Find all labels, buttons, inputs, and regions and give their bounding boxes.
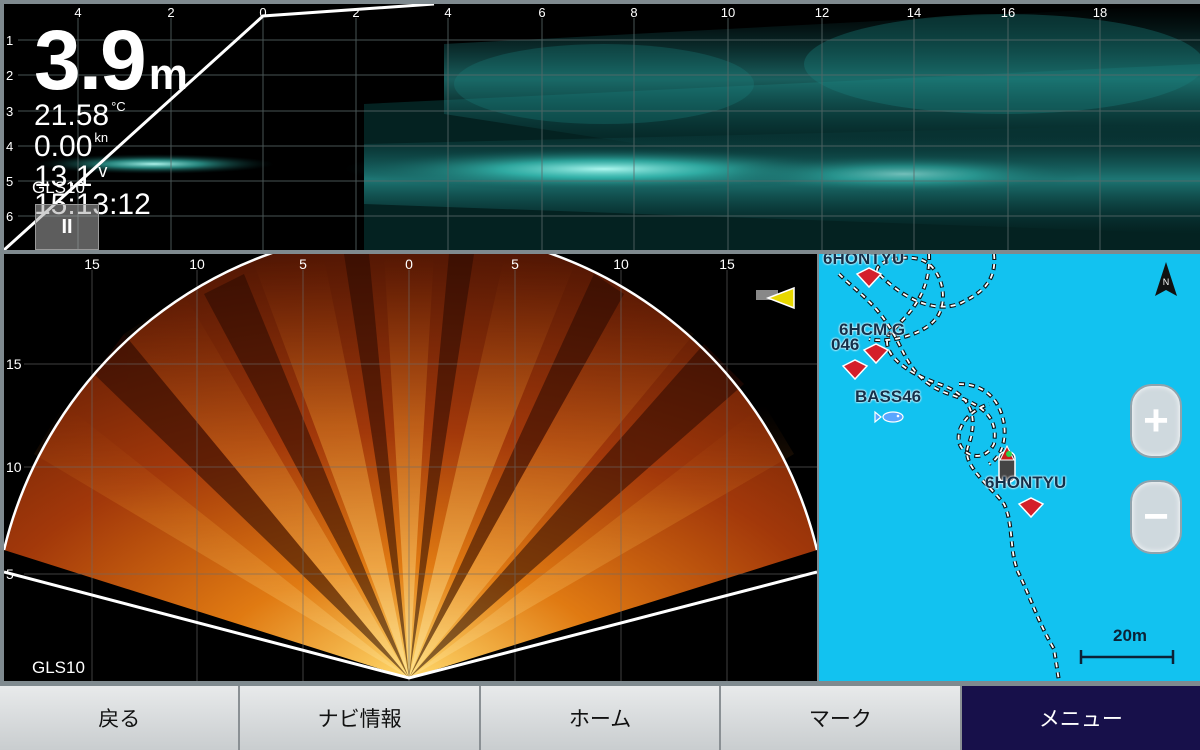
map-tracks: N [837,254,1177,681]
fish-icon [874,410,904,424]
livescope-x-tick: 15 [719,256,735,272]
zoom-out-button[interactable]: − [1130,480,1182,554]
livescope-y-tick: 15 [6,356,22,372]
water-temp-value: 21.58 [34,99,110,132]
chart-map-panel[interactable]: N 6HONTYU 6HCM.G 046 BASS46 6HONTYU + − … [819,254,1200,681]
downscan-y-tick: 6 [6,209,13,224]
depth-readout: 3.9m [34,18,188,102]
scale-label: 20m [1113,626,1148,645]
speed-readout: 0.00 kn [34,130,109,163]
zoom-in-button[interactable]: + [1130,384,1182,458]
nav-info-button[interactable]: ナビ情報 [240,686,481,750]
scale-bar [1079,650,1175,664]
downscan-source-label: GLS10 [32,178,85,197]
svg-text:N: N [1163,277,1170,287]
livescope-x-tick: 0 [405,256,413,272]
livescope-source-label: GLS10 [32,658,85,677]
waypoint-icon [1017,497,1045,519]
waypoint-label[interactable]: 6HONTYU [823,254,904,269]
waypoint-label[interactable]: BASS46 [855,387,921,407]
north-arrow-icon: N [1155,262,1177,296]
downscan-x-tick: 4 [444,5,451,20]
livescope-x-tick: 15 [84,256,100,272]
downscan-sonar-panel[interactable]: 4 2 0 2 4 6 8 10 12 14 16 18 123456 3.9m 21.58 °C 0.… [4,4,1200,250]
downscan-x-tick: 10 [721,5,735,20]
water-temp-readout: 21.58 °C [34,99,126,132]
waypoint-label[interactable]: 6HONTYU [985,473,1066,493]
downscan-y-tick: 2 [6,68,13,83]
livescope-x-tick: 5 [511,256,519,272]
waypoint-icon [855,267,883,289]
back-button[interactable]: 戻る [0,686,241,750]
downscan-y-tick: 5 [6,174,13,189]
downscan-x-tick: 2 [352,5,359,20]
livescope-x-tick: 5 [299,256,307,272]
livescope-x-tick: 10 [189,256,205,272]
waypoint-label[interactable]: 046 [831,335,859,355]
downscan-x-tick: 0 [259,5,266,20]
livescope-x-tick: 10 [613,256,629,272]
home-button[interactable]: ホーム [480,686,722,750]
mark-button[interactable]: マーク [721,686,962,750]
livescope-sonar-panel[interactable]: 15 10 5 0 5 10 15 15 10 5 GLS10 [4,254,817,681]
livescope-sonar-image: 15 10 5 0 5 10 15 15 10 5 [4,254,817,681]
downscan-y-tick: 3 [6,104,13,119]
downscan-x-tick: 12 [815,5,829,20]
downscan-y-tick: 4 [6,139,13,154]
speed-value: 0.00 [34,130,93,163]
depth-unit: m [148,50,188,99]
downscan-x-tick: 8 [630,5,637,20]
voltage-unit: v [98,161,108,181]
downscan-x-tick: 14 [907,5,921,20]
bottom-nav-bar: 戻る ナビ情報 ホーム マーク メニュー [0,686,1200,750]
depth-value: 3.9 [34,13,147,107]
livescope-y-tick: 5 [6,566,14,582]
water-temp-unit: °C [111,99,126,114]
menu-button[interactable]: メニュー [961,686,1200,750]
downscan-y-tick: 1 [6,33,13,48]
speed-unit: kn [94,130,109,145]
livescope-y-tick: 10 [6,459,22,475]
downscan-x-tick: 18 [1093,5,1107,20]
downscan-x-tick: 6 [538,5,545,20]
pause-button[interactable]: II [35,204,99,250]
downscan-x-tick: 16 [1001,5,1015,20]
